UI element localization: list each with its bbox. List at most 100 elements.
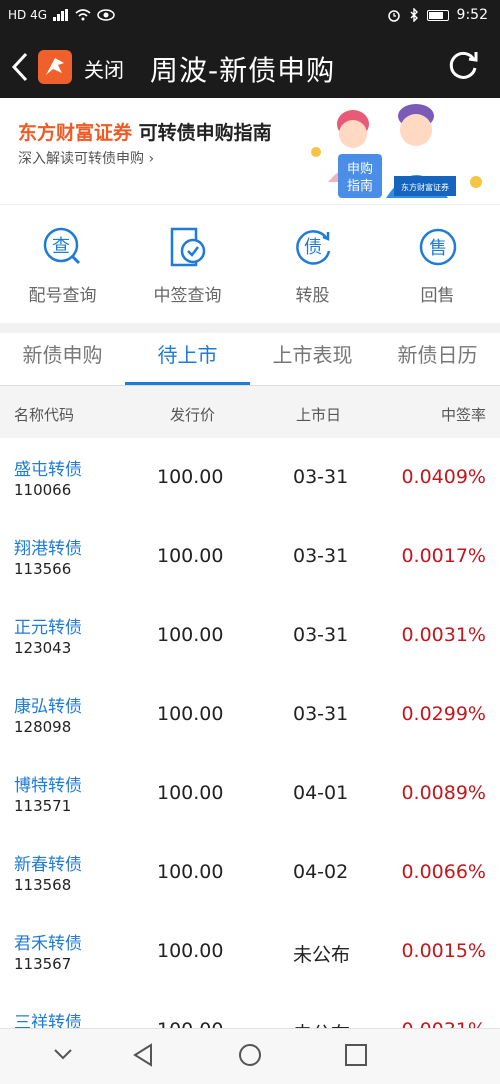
sell-icon: 售	[419, 228, 456, 266]
win-rate: 0.0409%	[401, 466, 486, 488]
eye-icon	[97, 9, 115, 21]
table-row[interactable]: 三祥转债 100.00 未公布 0.0031%	[0, 991, 500, 1028]
listing-date: 03-31	[293, 545, 349, 567]
svg-text:售: 售	[429, 238, 447, 259]
svg-text:债: 债	[304, 237, 322, 258]
win-rate: 0.0066%	[401, 861, 486, 883]
listing-date: 04-02	[293, 861, 349, 883]
issue-price: 100.00	[157, 703, 224, 725]
bond-code: 113566	[14, 560, 72, 578]
win-rate: 0.0015%	[401, 940, 486, 962]
banner-illustration: 申购 指南 东方财富证券	[311, 104, 482, 198]
bond-name[interactable]: 翔港转债	[14, 534, 82, 559]
status-bar: HD 4G 9:52	[0, 0, 500, 34]
table-row[interactable]: 翔港转债 113566 100.00 03-31 0.0017%	[0, 517, 500, 597]
listing-date: 03-31	[293, 703, 349, 725]
chevron-right-icon: ›	[148, 151, 155, 167]
alarm-icon	[387, 10, 400, 22]
quick-links: 查 配号查询 中签查询 债 转股 售 回售	[0, 205, 500, 323]
listing-date: 03-31	[293, 466, 349, 488]
listing-date: 04-01	[293, 782, 349, 804]
quick-link-sellback[interactable]: 售 回售	[375, 223, 500, 306]
issue-price: 100.00	[157, 782, 224, 804]
close-button[interactable]: 关闭	[84, 54, 124, 83]
bond-name[interactable]: 康弘转债	[14, 692, 82, 717]
bond-list: 盛屯转债 110066 100.00 03-31 0.0409% 翔港转债 11…	[0, 438, 500, 1028]
quick-link-allotment-query[interactable]: 查 配号查询	[0, 223, 125, 306]
banner-title-text: 可转债申购指南	[138, 122, 272, 144]
bond-name[interactable]: 君禾转债	[14, 929, 82, 954]
win-rate: 0.0017%	[401, 545, 486, 567]
app-logo	[38, 50, 72, 84]
quick-link-lottery-query[interactable]: 中签查询	[125, 223, 250, 306]
issue-price: 100.00	[157, 940, 224, 962]
column-header-issue-price: 发行价	[170, 406, 216, 424]
tab-listing-performance[interactable]: 上市表现	[250, 333, 375, 385]
listing-date: 未公布	[293, 1019, 350, 1028]
table-row[interactable]: 盛屯转债 110066 100.00 03-31 0.0409%	[0, 438, 500, 518]
bond-name[interactable]: 新春转债	[14, 850, 82, 875]
bond-code: 123043	[14, 639, 72, 657]
home-circle-icon[interactable]	[238, 1043, 262, 1071]
tab-new-bond-subscription[interactable]: 新债申购	[0, 333, 125, 385]
svg-text:查: 查	[52, 236, 70, 257]
quick-link-convert[interactable]: 债 转股	[250, 223, 375, 306]
win-rate: 0.0031%	[401, 624, 486, 646]
search-doc-icon: 查	[43, 227, 80, 265]
issue-price: 100.00	[157, 1019, 223, 1028]
bluetooth-icon	[410, 8, 418, 22]
table-row[interactable]: 正元转债 123043 100.00 03-31 0.0031%	[0, 596, 500, 676]
quick-link-label: 配号查询	[28, 286, 97, 306]
win-rate: 0.0089%	[401, 782, 486, 804]
listing-date: 未公布	[293, 944, 351, 966]
system-navigation-bar	[0, 1028, 500, 1084]
check-doc-icon	[170, 227, 205, 267]
bond-name[interactable]: 三祥转债	[14, 1008, 82, 1028]
navigation-bar: 关闭 周波-新债申购	[0, 34, 500, 98]
bond-name[interactable]: 盛屯转债	[14, 455, 82, 480]
bond-code: 113568	[14, 876, 72, 894]
banner-brand: 东方财富证券	[18, 122, 133, 144]
signal-icon	[53, 9, 69, 21]
badge-text-top: 申购	[347, 161, 373, 177]
listing-date: 03-31	[293, 624, 349, 646]
quick-link-label: 转股	[295, 286, 330, 306]
quick-link-label: 中签查询	[153, 286, 222, 306]
bond-code: 110066	[14, 481, 72, 499]
quick-link-label: 回售	[420, 286, 455, 306]
badge-text-bottom: 指南	[347, 178, 373, 194]
clock: 9:52	[456, 7, 488, 23]
page-title: 周波-新债申购	[150, 54, 336, 87]
win-rate: 0.0299%	[401, 703, 486, 725]
wifi-icon	[75, 9, 91, 21]
table-row[interactable]: 康弘转债 128098 100.00 03-31 0.0299%	[0, 675, 500, 755]
chevron-down-icon[interactable]	[52, 1043, 74, 1069]
guide-banner[interactable]: 东方财富证券 可转债申购指南 深入解读可转债申购 › 申购 指南 东方财富证券	[0, 98, 500, 205]
recents-square-icon[interactable]	[344, 1043, 368, 1071]
section-divider	[0, 323, 500, 333]
column-header-name-code: 名称代码	[14, 406, 75, 424]
column-header-win-rate[interactable]: 中签率	[441, 404, 486, 425]
tab-pending-listing[interactable]: 待上市	[125, 333, 250, 385]
table-header: 名称代码 发行价 上市日 中签率	[0, 386, 500, 438]
table-row[interactable]: 博特转债 113571 100.00 04-01 0.0089%	[0, 754, 500, 834]
bond-name[interactable]: 正元转债	[14, 613, 82, 638]
network-indicator: HD 4G	[8, 8, 48, 22]
issue-price: 100.00	[157, 861, 224, 883]
back-chevron-icon[interactable]	[10, 52, 30, 82]
back-triangle-icon[interactable]	[132, 1043, 154, 1071]
refresh-icon[interactable]	[446, 48, 480, 82]
tab-new-bond-calendar[interactable]: 新债日历	[375, 333, 500, 385]
shirt-brand-text: 东方财富证券	[401, 182, 449, 192]
bond-code: 113571	[14, 797, 72, 815]
tab-bar: 新债申购 待上市 上市表现 新债日历	[0, 333, 500, 386]
banner-subtitle: 深入解读可转债申购 ›	[18, 151, 155, 167]
issue-price: 100.00	[157, 466, 224, 488]
bond-name[interactable]: 博特转债	[14, 771, 82, 796]
column-header-listing-date: 上市日	[296, 406, 342, 424]
convert-icon: 债	[295, 230, 330, 265]
bond-code: 113567	[14, 955, 72, 973]
table-row[interactable]: 君禾转债 113567 100.00 未公布 0.0015%	[0, 912, 500, 992]
table-row[interactable]: 新春转债 113568 100.00 04-02 0.0066%	[0, 833, 500, 913]
issue-price: 100.00	[157, 624, 224, 646]
